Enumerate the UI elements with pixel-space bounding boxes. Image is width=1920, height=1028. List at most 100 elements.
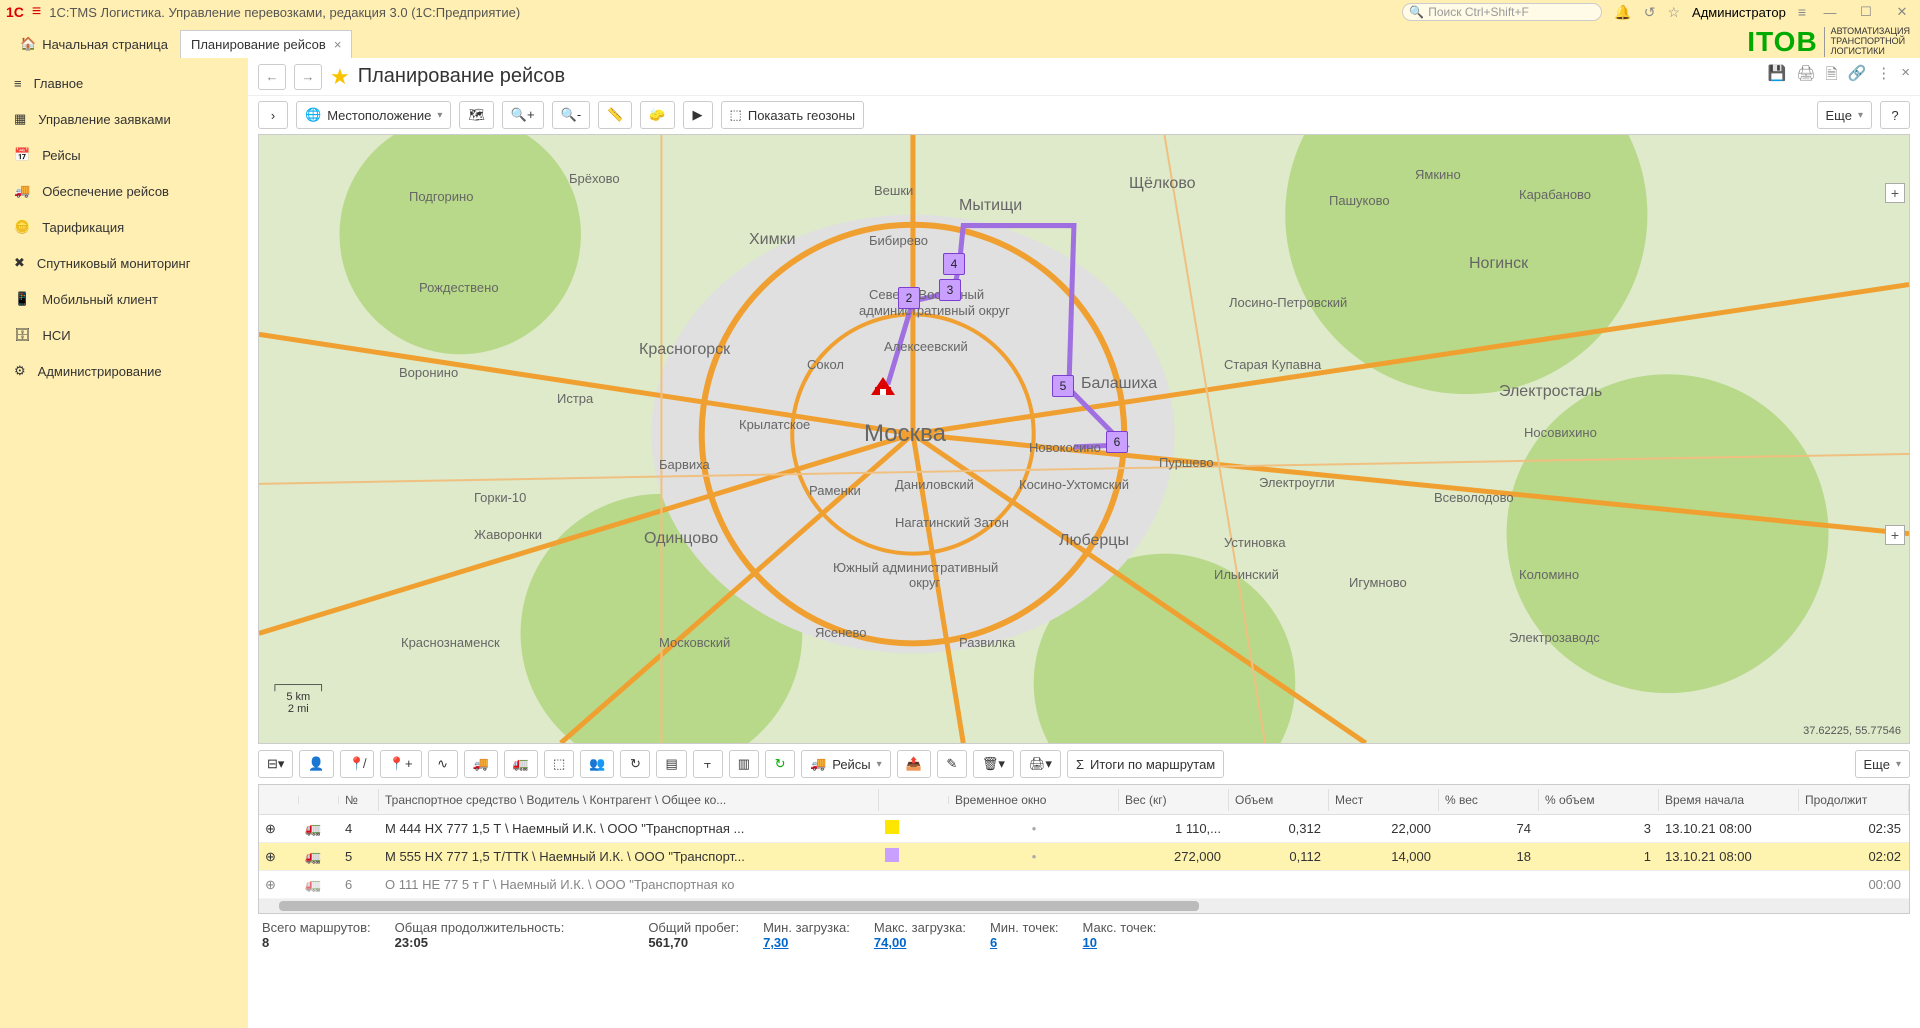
col-timewin[interactable]: Временное окно	[949, 789, 1119, 811]
nav-provision[interactable]: 🚚Обеспечение рейсов	[0, 173, 248, 209]
grid-scrollbar[interactable]	[259, 899, 1909, 913]
close-page-icon[interactable]: ×	[1901, 64, 1910, 89]
link-icon[interactable]: 🔗	[1848, 64, 1867, 89]
wave-button[interactable]: ∿	[428, 750, 458, 778]
tab-home[interactable]: 🏠 Начальная страница	[8, 30, 180, 58]
city-ilinskiy: Ильинский	[1214, 567, 1279, 582]
more-icon[interactable]: ⋮	[1876, 64, 1891, 89]
tree-button[interactable]: ⊟▾	[258, 750, 293, 778]
zoom-in-button[interactable]: 🔍+	[502, 101, 544, 129]
nav-admin[interactable]: ⚙Администрирование	[0, 353, 248, 389]
user-label[interactable]: Администратор	[1692, 5, 1786, 20]
refresh-pin-button[interactable]: ↻	[620, 750, 650, 778]
minload-val[interactable]: 7,30	[763, 935, 850, 950]
forward-button[interactable]: →	[294, 64, 322, 90]
maxpts-val[interactable]: 10	[1083, 935, 1157, 950]
add-pin-button[interactable]: 📍+	[380, 750, 422, 778]
route-button[interactable]: ▶	[683, 101, 713, 129]
geozones-button[interactable]: ⬚Показать геозоны	[721, 101, 865, 129]
export-button[interactable]: 📤	[897, 750, 931, 778]
expand-button[interactable]: ›	[258, 101, 288, 129]
truck-in-button[interactable]: 🚚	[464, 750, 498, 778]
col-volume[interactable]: Объем	[1229, 789, 1329, 811]
align-button[interactable]: ⫟	[693, 750, 723, 778]
col-pctw[interactable]: % вес	[1439, 789, 1539, 811]
city-balashikha: Балашиха	[1081, 375, 1157, 393]
truck-out-button[interactable]: 🚛	[504, 750, 538, 778]
minimize-button[interactable]: —	[1818, 5, 1842, 20]
tab-planning-label: Планирование рейсов	[191, 37, 326, 52]
more-button[interactable]: Еще▾	[1817, 101, 1872, 129]
print-icon[interactable]: 🖨	[1796, 64, 1815, 89]
list-button[interactable]: ▤	[656, 750, 686, 778]
list-icon: ≡	[14, 76, 22, 91]
map-zoom-plus[interactable]: +	[1885, 525, 1905, 545]
user-pin-button[interactable]: 👤	[299, 750, 333, 778]
search-input[interactable]: 🔍 Поиск Ctrl+Shift+F	[1402, 3, 1602, 21]
col-no[interactable]: №	[339, 789, 379, 811]
map-canvas	[259, 135, 1909, 743]
bell-icon[interactable]: 🔔	[1614, 4, 1631, 21]
totals-button[interactable]: ΣИтоги по маршрутам	[1067, 750, 1224, 778]
erase-button[interactable]: 🧽	[640, 101, 674, 129]
location-button[interactable]: 🌐Местоположение▾	[296, 101, 451, 129]
map[interactable]: Москва Мытищи Щёлково Химки Красногорск …	[258, 134, 1910, 744]
col-places[interactable]: Мест	[1329, 789, 1439, 811]
menu-icon[interactable]: ≡	[32, 3, 41, 21]
maximize-button[interactable]: ☐	[1854, 4, 1878, 20]
delete-button[interactable]: 🗑▾	[973, 750, 1014, 778]
help-button[interactable]: ?	[1880, 101, 1910, 129]
history-icon[interactable]: ↺	[1644, 4, 1656, 21]
ruler-button[interactable]: 📏	[598, 101, 632, 129]
minpts-val[interactable]: 6	[990, 935, 1059, 950]
doc-icon[interactable]: 🗎	[1825, 64, 1837, 89]
favorite-icon[interactable]: ★	[330, 64, 350, 90]
nav-trips[interactable]: 📅Рейсы	[0, 137, 248, 173]
nav-satellite[interactable]: ✖Спутниковый мониторинг	[0, 245, 248, 281]
reload-button[interactable]: ↻	[765, 750, 795, 778]
maxload-val[interactable]: 74,00	[874, 935, 966, 950]
save-icon[interactable]: 💾	[1768, 64, 1787, 89]
more-button-2[interactable]: Еще▾	[1855, 750, 1910, 778]
list2-button[interactable]: ▥	[729, 750, 759, 778]
people-button[interactable]: 👥	[580, 750, 614, 778]
city-istra: Истра	[557, 391, 593, 406]
col-start[interactable]: Время начала	[1659, 789, 1799, 811]
select-area-button[interactable]: ⬚	[544, 750, 574, 778]
col-weight[interactable]: Вес (кг)	[1119, 789, 1229, 811]
tab-close-icon[interactable]: ×	[334, 37, 342, 52]
city-ramenki: Раменки	[809, 483, 861, 498]
nav-nsi[interactable]: 🗄НСИ	[0, 317, 248, 353]
city-elektrougli: Электроугли	[1259, 475, 1335, 490]
grid-row[interactable]: ⊕🚛 5 М 555 НХ 777 1,5 Т/ТТК \ Наемный И.…	[259, 843, 1909, 871]
zoom-out-button[interactable]: 🔍-	[552, 101, 591, 129]
nav-tariff[interactable]: 🪙Тарификация	[0, 209, 248, 245]
grid-row[interactable]: ⊕🚛 4 М 444 НХ 777 1,5 Т \ Наемный И.К. \…	[259, 815, 1909, 843]
grid-row[interactable]: ⊕🚛 6 О 111 НЕ 77 5 т Г \ Наемный И.К. \ …	[259, 871, 1909, 899]
nav-orders[interactable]: ▦Управление заявками	[0, 101, 248, 137]
remove-pin-button[interactable]: 📍̸	[340, 750, 374, 778]
map-layer-button[interactable]: +	[1885, 183, 1905, 203]
sidebar: ≡Главное ▦Управление заявками 📅Рейсы 🚚Об…	[0, 58, 248, 1028]
user-menu-icon[interactable]: ≡	[1798, 4, 1806, 20]
star-icon[interactable]: ☆	[1667, 4, 1680, 21]
col-vehicle[interactable]: Транспортное средство \ Водитель \ Контр…	[379, 789, 879, 811]
city-voronino: Воронино	[399, 365, 458, 380]
titlebar: 1C ≡ 1С:TMS Логистика. Управление перево…	[0, 0, 1920, 24]
close-button[interactable]: ✕	[1890, 4, 1914, 20]
col-pctv[interactable]: % объем	[1539, 789, 1659, 811]
edit-button[interactable]: ✎	[937, 750, 967, 778]
city-elektrozavod: Электрозаводс	[1509, 630, 1600, 645]
nav-main[interactable]: ≡Главное	[0, 66, 248, 101]
city-karabanova: Карабаново	[1519, 187, 1591, 202]
trips-dropdown[interactable]: 🚚Рейсы▾	[801, 750, 891, 778]
print-button[interactable]: 🖨▾	[1020, 750, 1061, 778]
tab-planning[interactable]: Планирование рейсов ×	[180, 30, 352, 58]
map-zoom-fit-button[interactable]: 🗺	[459, 101, 494, 129]
city-vsevolodovo: Всеволодово	[1434, 490, 1514, 505]
col-dur[interactable]: Продолжит	[1799, 789, 1909, 811]
back-button[interactable]: ←	[258, 64, 286, 90]
brand: ITOB АВТОМАТИЗАЦИЯ ТРАНСПОРТНОЙ ЛОГИСТИК…	[1747, 26, 1910, 58]
nav-label: Спутниковый мониторинг	[37, 256, 191, 271]
nav-mobile[interactable]: 📱Мобильный клиент	[0, 281, 248, 317]
